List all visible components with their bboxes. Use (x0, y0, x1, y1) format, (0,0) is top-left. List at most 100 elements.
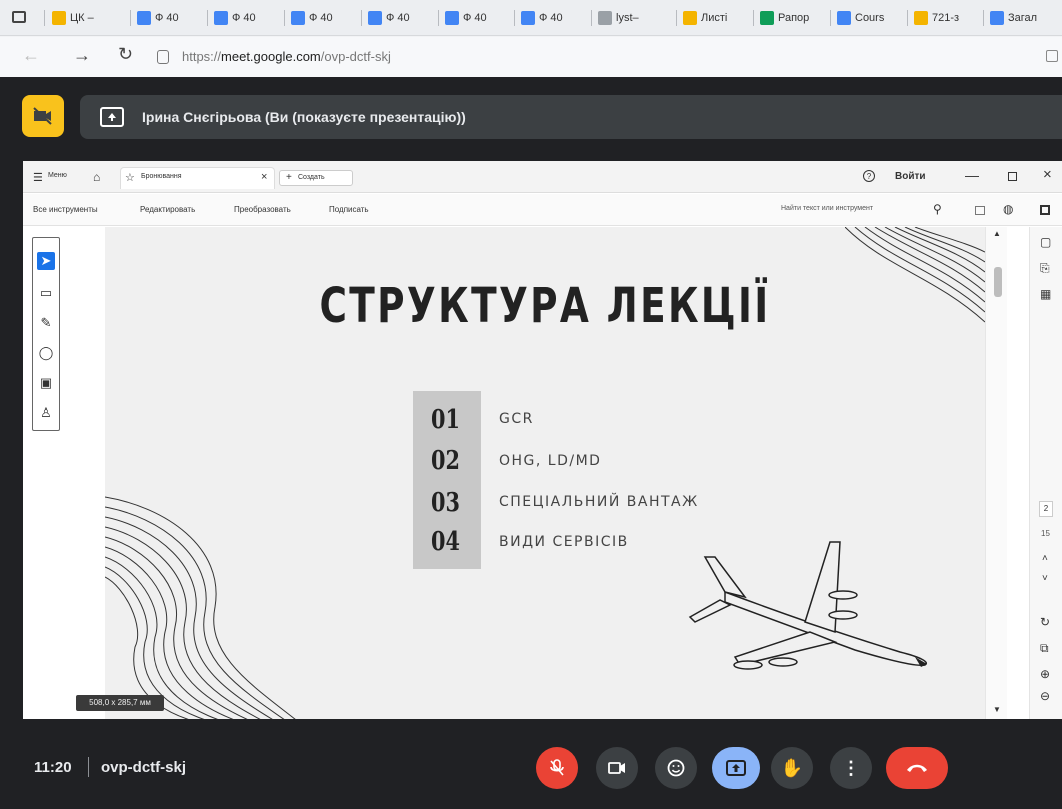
fit-page-icon[interactable]: ⧉ (1040, 641, 1049, 656)
home-icon[interactable]: ⌂ (93, 170, 100, 184)
browser-tab[interactable]: lyst– (598, 8, 664, 28)
scroll-up-icon[interactable]: ▲ (993, 229, 1001, 238)
item-number: 04 (431, 527, 460, 557)
tab-separator (361, 10, 362, 26)
tool-edit[interactable]: Редактировать (140, 205, 195, 214)
more-vert-icon: ⋮ (842, 757, 860, 778)
browser-tab[interactable]: Ф 40 (445, 8, 511, 28)
scroll-down-icon[interactable]: ▼ (993, 705, 1001, 714)
tab-separator (830, 10, 831, 26)
browser-tab[interactable]: ЦК – (52, 8, 118, 28)
browser-tab-label: ЦК – (70, 12, 94, 24)
end-call-icon (907, 764, 927, 772)
new-tab-button[interactable]: + Создать (279, 170, 353, 186)
restore-icon[interactable] (1008, 172, 1017, 181)
shared-screen: ☰ Меню ⌂ ☆ Бронювання × + Создать ? Войт… (23, 161, 1062, 719)
close-window-icon[interactable]: × (1043, 166, 1052, 183)
menu-icon[interactable]: ☰ (33, 171, 43, 184)
bookmark-icon[interactable]: ⎘ (1040, 261, 1050, 276)
globe-icon[interactable]: ◍ (1003, 202, 1013, 216)
presenting-text: Ірина Снєгірьова (Ви (показуєте презента… (142, 109, 466, 125)
end-call-button[interactable] (886, 747, 948, 789)
browser-tab[interactable]: Ф 40 (521, 8, 587, 28)
vertical-scrollbar[interactable]: ▲ ▼ (985, 227, 1007, 719)
back-icon[interactable]: ← (22, 45, 40, 66)
text-select-icon[interactable]: ▣ (37, 374, 55, 392)
zoom-in-icon[interactable]: ⊕ (1040, 667, 1050, 681)
grid-icon[interactable]: ▦ (1040, 287, 1051, 301)
drive-icon (52, 11, 66, 25)
window-menu-icon[interactable] (12, 11, 26, 23)
reload-icon[interactable]: ↻ (118, 44, 133, 65)
tab-separator (907, 10, 908, 26)
browser-tab[interactable]: Ф 40 (214, 8, 280, 28)
camera-off-icon (33, 107, 52, 125)
meeting-code: ovp-dctf-skj (101, 759, 187, 776)
search-field[interactable]: Найти текст или инструмент (781, 205, 873, 212)
raise-hand-button[interactable]: ✋ (771, 747, 813, 789)
tool-convert[interactable]: Преобразовать (234, 205, 291, 214)
browser-tab-label: Загал (1008, 12, 1038, 24)
site-info-icon[interactable] (157, 50, 169, 64)
tool-all-tools[interactable]: Все инструменты (33, 205, 98, 214)
stamp-tool-icon[interactable]: ♙ (37, 404, 55, 422)
drive-icon (683, 11, 697, 25)
login-button[interactable]: Войти (895, 171, 926, 182)
rotate-icon[interactable]: ↻ (1040, 615, 1050, 629)
tool-sign[interactable]: Подписать (329, 205, 369, 214)
url-field[interactable]: https://meet.google.com/ovp-dctf-skj (182, 49, 391, 64)
docs-icon (291, 11, 305, 25)
menu-label[interactable]: Меню (48, 172, 67, 179)
comment-tool-icon[interactable]: ▭ (37, 284, 55, 302)
item-number: 03 (431, 488, 460, 518)
present-button[interactable] (712, 747, 760, 789)
docs-icon (368, 11, 382, 25)
panel-icon[interactable] (1040, 205, 1050, 215)
comments-icon[interactable]: ▢ (1040, 235, 1051, 249)
browser-tab[interactable]: Листі (683, 8, 749, 28)
emoji-icon (667, 759, 685, 777)
more-options-button[interactable]: ⋮ (830, 747, 872, 789)
reactions-button[interactable] (655, 747, 697, 789)
page-down-icon[interactable]: ˅ (1042, 573, 1048, 584)
url-prefix: https:// (182, 49, 222, 64)
acrobat-title-bar: ☰ Меню ⌂ ☆ Бронювання × + Создать ? Войт… (23, 161, 1062, 193)
url-host: meet.google.com (221, 49, 321, 64)
scrollbar-thumb[interactable] (994, 267, 1002, 297)
tab-switch-icon[interactable] (1046, 50, 1058, 62)
document-tab[interactable]: ☆ Бронювання × (120, 167, 275, 189)
tab-separator (438, 10, 439, 26)
browser-tab[interactable]: Ф 40 (137, 8, 203, 28)
classroom-icon (837, 11, 851, 25)
camera-icon (608, 762, 625, 774)
star-icon[interactable]: ☆ (125, 171, 135, 184)
tab-separator (284, 10, 285, 26)
close-tab-icon[interactable]: × (261, 171, 267, 183)
browser-tab[interactable]: Рапор (760, 8, 826, 28)
minimize-icon[interactable]: — (965, 167, 979, 183)
browser-tab[interactable]: Загал (990, 8, 1056, 28)
tab-separator (983, 10, 984, 26)
browser-tab-label: Ф 40 (386, 12, 410, 24)
browser-tab[interactable]: 721-з (914, 8, 980, 28)
zoom-out-icon[interactable]: ⊖ (1040, 689, 1050, 703)
forward-icon[interactable]: → (73, 45, 91, 66)
mic-off-button[interactable] (536, 747, 578, 789)
select-tool-icon[interactable]: ➤ (37, 252, 55, 270)
browser-tab[interactable]: Ф 40 (368, 8, 434, 28)
help-icon[interactable]: ? (863, 170, 875, 182)
page-up-icon[interactable]: ˄ (1042, 553, 1048, 564)
browser-tab[interactable]: Cours (837, 8, 903, 28)
browser-tab-label: Ф 40 (463, 12, 487, 24)
browser-tab-label: Ф 40 (232, 12, 256, 24)
lasso-tool-icon[interactable]: ◯ (37, 344, 55, 362)
browser-tab-label: Листі (701, 12, 728, 24)
left-tools-panel: ➤ ▭ ✎ ◯ ▣ ♙ (32, 237, 60, 431)
page-current[interactable]: 2 (1039, 501, 1053, 517)
camera-button[interactable] (596, 747, 638, 789)
page-view-icon[interactable] (975, 206, 985, 215)
search-icon[interactable]: ⚲ (933, 202, 942, 216)
draw-tool-icon[interactable]: ✎ (37, 314, 55, 332)
browser-tab[interactable]: Ф 40 (291, 8, 357, 28)
camera-off-tile[interactable] (22, 95, 64, 137)
